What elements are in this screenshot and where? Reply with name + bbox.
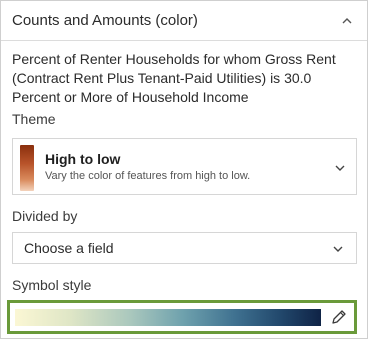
layer-description: Percent of Renter Households for whom Gr… — [12, 51, 336, 105]
divided-by-label: Divided by — [12, 208, 78, 224]
symbol-style-control[interactable] — [7, 300, 357, 334]
theme-label: Theme — [12, 111, 56, 127]
theme-dropdown[interactable]: High to low Vary the color of features f… — [12, 138, 357, 195]
style-options-panel: Counts and Amounts (color) Percent of Re… — [0, 0, 368, 339]
symbol-color-ramp[interactable] — [15, 309, 321, 326]
symbol-style-label: Symbol style — [12, 277, 92, 293]
theme-description: Vary the color of features from high to … — [45, 170, 251, 182]
chevron-down-icon — [332, 242, 344, 254]
chevron-down-icon — [334, 161, 346, 173]
divided-by-select[interactable]: Choose a field — [12, 232, 357, 264]
theme-color-ramp — [20, 145, 34, 191]
chevron-up-icon[interactable] — [341, 15, 353, 27]
section-title: Counts and Amounts (color) — [12, 12, 198, 29]
theme-name: High to low — [45, 151, 121, 167]
pencil-icon[interactable] — [330, 308, 348, 326]
divided-by-value: Choose a field — [24, 240, 114, 256]
section-header[interactable]: Counts and Amounts (color) — [1, 1, 367, 41]
